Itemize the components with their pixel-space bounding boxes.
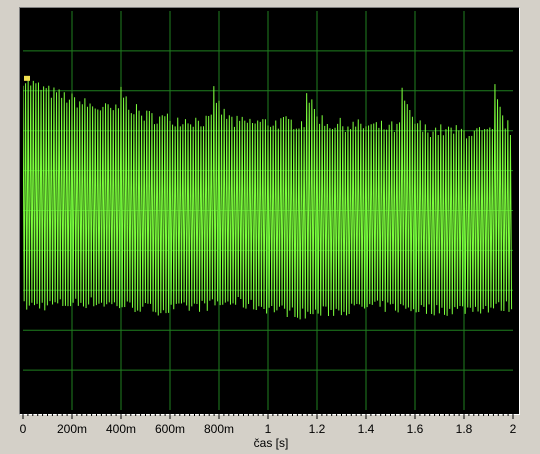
x-tick-label: 800m [204, 422, 234, 436]
x-axis: čas [s] 0 200m 400m 600m 800m 1 1.2 1.4 1.6 1.8 2 [0, 410, 540, 454]
plot-svg [23, 11, 513, 410]
x-tick-label: 1.4 [358, 422, 375, 436]
x-tick-label: 1.8 [456, 422, 473, 436]
x-tick-label: 400m [106, 422, 136, 436]
x-tick-label: 1.2 [309, 422, 326, 436]
x-axis-title: čas [s] [254, 436, 289, 450]
signal-trace [23, 78, 513, 320]
x-tick-label: 1.6 [407, 422, 424, 436]
waveform-graph-panel: čas [s] 0 200m 400m 600m 800m 1 1.2 1.4 1.6 1.8 2 [0, 0, 540, 454]
x-tick-label: 600m [155, 422, 185, 436]
x-tick-label: 1 [265, 422, 272, 436]
x-tick-label: 0 [20, 422, 27, 436]
plot-area[interactable] [19, 7, 520, 415]
x-tick-label: 2 [510, 422, 517, 436]
cursor-marker[interactable] [24, 75, 30, 81]
x-tick-label: 200m [57, 422, 87, 436]
